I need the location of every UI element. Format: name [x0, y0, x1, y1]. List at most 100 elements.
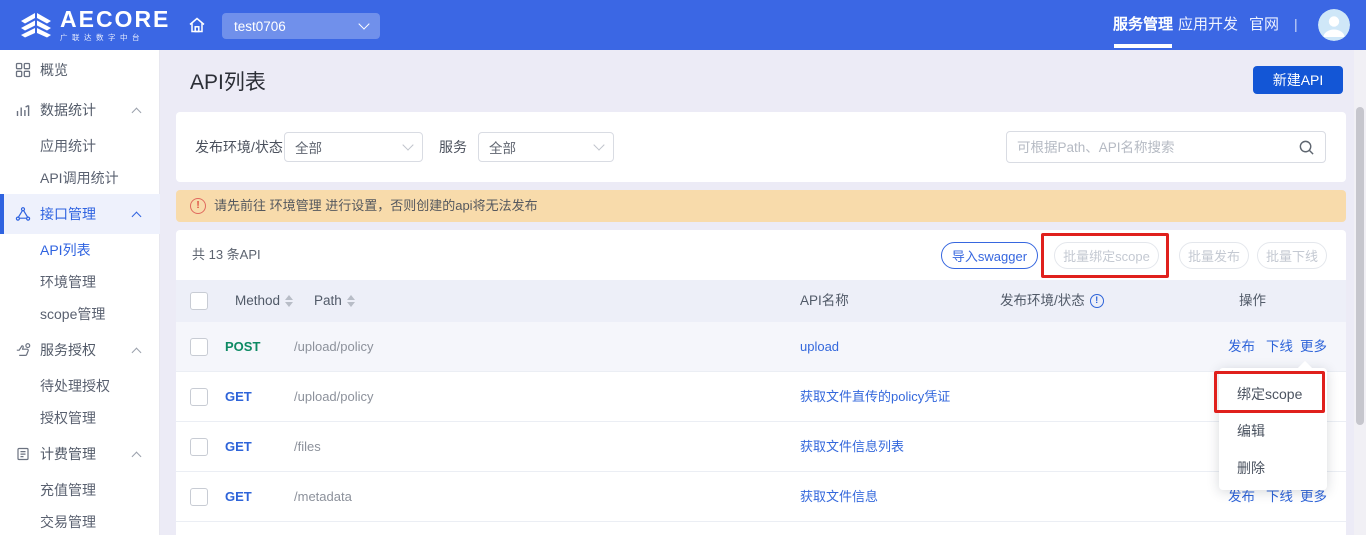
nav-service-management[interactable]: 服务管理: [1112, 0, 1174, 50]
sidebar-item-transaction-management[interactable]: 交易管理: [0, 506, 160, 535]
sidebar-item-label: 计费管理: [40, 434, 96, 474]
table-row: GET /files 获取文件信息列表 发布 下线 更多: [176, 422, 1346, 472]
sidebar-group-billing[interactable]: 计费管理: [0, 434, 160, 474]
filter-bar: 发布环境/状态 全部 服务 全部: [176, 112, 1346, 182]
search-icon[interactable]: [1298, 139, 1315, 156]
sidebar-item-label: 数据统计: [40, 90, 96, 130]
api-name-link[interactable]: upload: [800, 322, 839, 372]
sidebar-item-pending-auth[interactable]: 待处理授权: [0, 370, 160, 402]
offline-link[interactable]: 下线: [1266, 322, 1293, 372]
sidebar-item-recharge-management[interactable]: 充值管理: [0, 474, 160, 506]
table-row: GET /metadata 获取文件信息 发布 下线 更多: [176, 472, 1346, 522]
column-method: Method: [235, 280, 293, 322]
chevron-up-icon: [132, 108, 142, 118]
chevron-down-icon: [358, 18, 369, 29]
service-filter-value: 全部: [489, 137, 516, 157]
menu-item-bind-scope[interactable]: 绑定scope: [1219, 376, 1327, 413]
more-actions-menu: 绑定scope 编辑 删除: [1219, 368, 1327, 490]
sidebar-item-overview[interactable]: 概览: [0, 50, 160, 90]
method-cell: GET: [225, 372, 252, 422]
column-label: Method: [235, 280, 280, 322]
row-checkbox[interactable]: [190, 388, 208, 406]
api-name-link[interactable]: 获取文件信息: [800, 472, 878, 522]
chevron-up-icon: [132, 452, 142, 462]
sidebar-item-label: 交易管理: [40, 506, 96, 535]
sidebar-group-service-auth[interactable]: 服务授权: [0, 330, 160, 370]
sidebar-item-app-stats[interactable]: 应用统计: [0, 130, 160, 162]
sidebar-item-api-call-stats[interactable]: API调用统计: [0, 162, 160, 194]
nav-app-development[interactable]: 应用开发: [1178, 0, 1238, 50]
sidebar-item-label: API调用统计: [40, 162, 119, 194]
nav-divider: |: [1294, 0, 1298, 50]
sidebar-item-label: 接口管理: [40, 194, 96, 234]
table-row: GET /upload/policy 获取文件直传的policy凭证 发布 下线…: [176, 372, 1346, 422]
sidebar-item-label: 充值管理: [40, 474, 96, 506]
service-filter-label: 服务: [439, 112, 467, 182]
bar-chart-icon: [15, 102, 31, 118]
brand-name: AECORE: [60, 7, 170, 31]
table-header-row: Method Path API名称 发布环境/状态 ! 操作: [176, 280, 1346, 322]
info-icon[interactable]: !: [1090, 294, 1104, 308]
env-filter-select[interactable]: 全部: [284, 132, 423, 162]
row-checkbox[interactable]: [190, 438, 208, 456]
sidebar-item-label: 服务授权: [40, 330, 96, 370]
sort-icon[interactable]: [347, 295, 355, 307]
top-header: AECORE 广联达数字中台 test0706 服务管理 应用开发 官网 |: [0, 0, 1366, 50]
select-all-checkbox[interactable]: [190, 292, 208, 310]
env-filter-label: 发布环境/状态: [195, 112, 283, 182]
create-api-button[interactable]: 新建API: [1253, 66, 1343, 94]
page-title: API列表: [190, 66, 266, 96]
path-cell: /upload/policy: [294, 322, 374, 372]
scrollbar-thumb[interactable]: [1356, 107, 1364, 425]
method-cell: GET: [225, 422, 252, 472]
api-name-link[interactable]: 获取文件直传的policy凭证: [800, 372, 950, 422]
sidebar-group-data-stats[interactable]: 数据统计: [0, 90, 160, 130]
service-filter-select[interactable]: 全部: [478, 132, 614, 162]
method-cell: GET: [225, 472, 252, 522]
brand-logo[interactable]: AECORE 广联达数字中台: [18, 7, 170, 43]
row-checkbox[interactable]: [190, 338, 208, 356]
env-filter-value: 全部: [295, 137, 322, 157]
sidebar-item-api-list[interactable]: API列表: [0, 234, 160, 266]
column-env-status: 发布环境/状态 !: [1000, 280, 1104, 322]
workspace-value: test0706: [234, 19, 286, 34]
alert-circle-icon: !: [190, 198, 206, 214]
scrollbar-track[interactable]: [1354, 50, 1366, 535]
workspace-select[interactable]: test0706: [222, 13, 380, 39]
grid-icon: [15, 62, 31, 78]
api-count: 共 13 条API: [192, 230, 261, 280]
warning-banner: ! 请先前往 环境管理 进行设置，否则创建的api将无法发布: [176, 190, 1346, 222]
user-icon: [1318, 9, 1350, 41]
sidebar-item-label: 应用统计: [40, 130, 96, 162]
row-checkbox[interactable]: [190, 488, 208, 506]
publish-link[interactable]: 发布: [1228, 322, 1255, 372]
batch-offline-button[interactable]: 批量下线: [1257, 242, 1327, 269]
chevron-down-icon: [402, 139, 413, 150]
sidebar-group-interface-management[interactable]: 接口管理: [0, 194, 160, 234]
chevron-down-icon: [593, 139, 604, 150]
batch-publish-button[interactable]: 批量发布: [1179, 242, 1249, 269]
menu-item-edit[interactable]: 编辑: [1219, 413, 1327, 450]
table-row: POST /upload/policy upload 发布 下线 更多: [176, 322, 1346, 372]
nav-official-site[interactable]: 官网: [1248, 0, 1280, 50]
path-cell: /metadata: [294, 472, 352, 522]
home-icon[interactable]: [187, 15, 207, 35]
aecore-logo-icon: [18, 7, 54, 43]
batch-bind-scope-button[interactable]: 批量绑定scope: [1054, 242, 1159, 269]
sidebar-item-label: 概览: [40, 50, 68, 90]
menu-item-delete[interactable]: 删除: [1219, 450, 1327, 487]
column-actions: 操作: [1239, 280, 1266, 322]
import-swagger-button[interactable]: 导入swagger: [941, 242, 1038, 269]
path-cell: /files: [294, 422, 321, 472]
sidebar-item-auth-management[interactable]: 授权管理: [0, 402, 160, 434]
sort-icon[interactable]: [285, 295, 293, 307]
column-api-name: API名称: [800, 280, 849, 322]
table-row: [176, 522, 1346, 535]
column-label: Path: [314, 280, 342, 322]
sidebar-item-label: 环境管理: [40, 266, 96, 298]
search-input[interactable]: [1017, 140, 1298, 155]
avatar[interactable]: [1318, 9, 1350, 41]
api-name-link[interactable]: 获取文件信息列表: [800, 422, 904, 472]
sidebar-item-env-management[interactable]: 环境管理: [0, 266, 160, 298]
sidebar-item-scope-management[interactable]: scope管理: [0, 298, 160, 330]
